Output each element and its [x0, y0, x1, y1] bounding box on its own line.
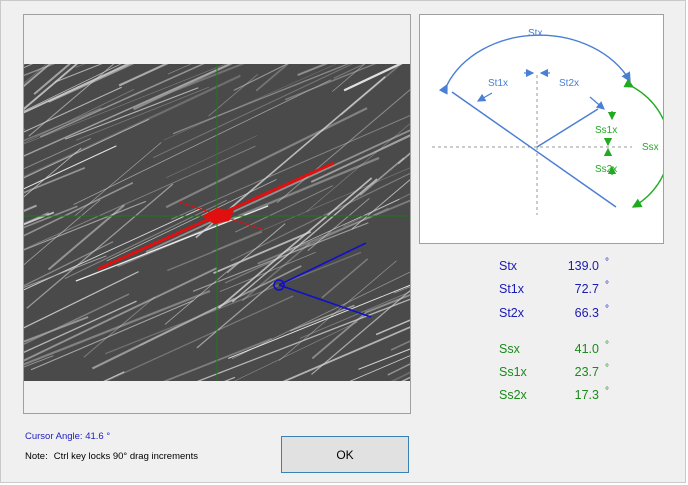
label-st1x: St1x	[488, 78, 508, 89]
label-ss1x: Ss1x	[595, 125, 617, 136]
note-body: Ctrl key locks 90° drag increments	[53, 451, 198, 462]
image-panel[interactable]	[23, 14, 411, 414]
ok-button[interactable]: OK	[281, 436, 409, 473]
cursor-angle-readout: Cursor Angle: 41.6 °	[25, 431, 111, 442]
angle-row-st2x: St2x 66.3 °	[481, 304, 641, 324]
angle-row-stx: Stx 139.0 °	[481, 257, 641, 277]
angle-value: 139.0	[567, 259, 599, 273]
angle-name: Ssx	[499, 342, 520, 356]
angle-row-ss2x: Ss2x 17.3 °	[481, 386, 641, 406]
angle-diagram: Stx St1x St2x Ss1x Ss2x Ssx	[419, 14, 671, 244]
angle-unit: °	[605, 257, 609, 268]
angle-value: 41.0	[574, 342, 599, 356]
angle-name: Ss1x	[499, 365, 527, 379]
angle-name: Ss2x	[499, 388, 527, 402]
label-ssx: Ssx	[642, 142, 659, 153]
angle-name: St1x	[499, 282, 525, 296]
angle-diagram-svg: Stx St1x St2x Ss1x Ss2x Ssx	[432, 28, 671, 215]
diagram-fiber-line	[451, 91, 617, 208]
angle-value: 17.3	[574, 388, 599, 402]
angle-row-ssx: Ssx 41.0 °	[481, 340, 641, 360]
angle-value: 23.7	[574, 365, 599, 379]
angle-unit: °	[605, 340, 609, 351]
st2x-arrow	[589, 96, 605, 110]
label-ss2x: Ss2x	[595, 164, 617, 175]
angle-unit: °	[605, 363, 609, 374]
angle-row-st1x: St1x 72.7 °	[481, 280, 641, 300]
angle-unit: °	[605, 304, 609, 315]
note-text: Note: Ctrl key locks 90° drag increments	[25, 451, 198, 462]
diagram-cursor-arm	[536, 108, 599, 148]
note-label: Note:	[25, 451, 48, 462]
stx-arc	[438, 34, 631, 95]
angle-value: 72.7	[574, 282, 599, 296]
angle-unit: °	[605, 280, 609, 291]
texture-image[interactable]	[24, 15, 410, 413]
angle-name: St2x	[499, 306, 525, 320]
angle-value: 66.3	[574, 306, 599, 320]
label-st2x: St2x	[559, 78, 579, 89]
angle-unit: °	[605, 386, 609, 397]
dialog-window: Stx St1x St2x Ss1x Ss2x Ssx Stx 139.0 ° …	[0, 0, 686, 483]
label-stx: Stx	[528, 28, 542, 39]
angle-row-ss1x: Ss1x 23.7 °	[481, 363, 641, 383]
angle-name: Stx	[499, 259, 518, 273]
st1x-arrow	[476, 92, 493, 102]
